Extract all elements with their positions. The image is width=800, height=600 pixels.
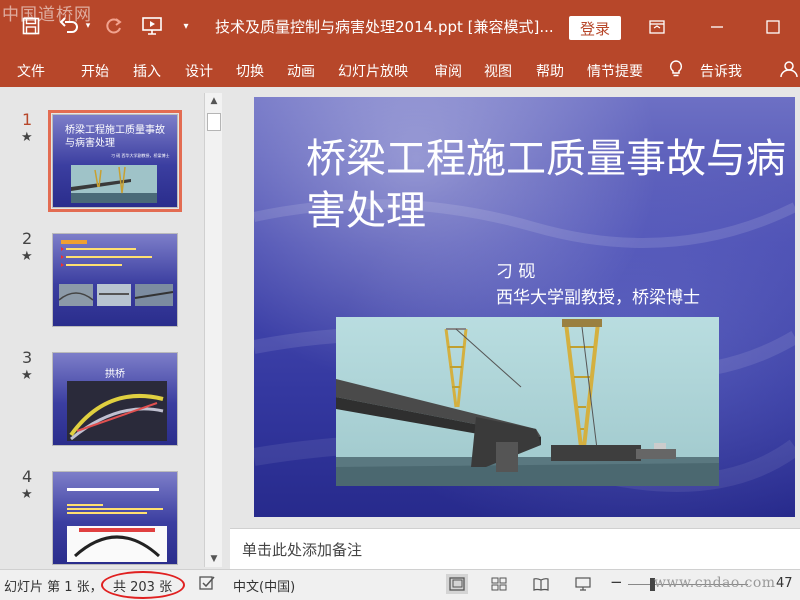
lightbulb-icon[interactable] xyxy=(668,59,684,83)
notes-pane[interactable]: 单击此处添加备注 xyxy=(230,528,800,569)
tab-help[interactable]: 帮助 xyxy=(536,61,564,81)
tab-storyboard[interactable]: 情节提要 xyxy=(587,61,643,81)
slide-number: 4 xyxy=(22,467,33,486)
ribbon-tabs: 文件 开始 插入 设计 切换 动画 幻灯片放映 审阅 视图 帮助 情节提要 告诉… xyxy=(0,55,800,87)
thumbnail-scrollbar[interactable]: ▲ ▼ xyxy=(204,93,222,567)
minimize-icon[interactable] xyxy=(702,14,732,40)
undo-dropdown-icon[interactable]: ▾ xyxy=(82,14,94,38)
slide-affiliation[interactable]: 西华大学副教授，桥梁博士 xyxy=(496,283,700,308)
thumbnail-arch-image xyxy=(67,381,167,441)
thumbnail-bridge-image xyxy=(71,165,157,203)
ribbon-display-options-icon[interactable] xyxy=(642,14,672,40)
scroll-down-icon[interactable]: ▼ xyxy=(205,551,223,567)
slide-canvas[interactable]: 桥梁工程施工质量事故与病害处理 刁 砚 西华大学副教授，桥梁博士 xyxy=(254,97,795,517)
slide-animation-star-icon: ★ xyxy=(21,249,33,264)
scroll-up-icon[interactable]: ▲ xyxy=(205,93,223,109)
notes-placeholder: 单击此处添加备注 xyxy=(242,541,363,559)
thumbnail-title: 拱桥 xyxy=(105,369,125,380)
slideshow-view-icon[interactable] xyxy=(572,574,594,594)
slide-author[interactable]: 刁 砚 xyxy=(496,257,535,282)
tab-insert[interactable]: 插入 xyxy=(133,61,161,81)
slide-thumbnail-1[interactable]: 桥梁工程施工质量事故与病害处理 刁 砚 西华大学副教授，桥梁博士 xyxy=(48,110,182,212)
thumbnail-subtitle: 刁 砚 西华大学副教授，桥梁博士 xyxy=(111,153,170,158)
tab-animations[interactable]: 动画 xyxy=(287,61,315,81)
slide-thumbnail-2[interactable] xyxy=(52,233,178,327)
document-title: 技术及质量控制与病害处理2014.ppt [兼容模式]... xyxy=(215,18,554,36)
slide-sorter-icon[interactable] xyxy=(488,574,510,594)
site-watermark: www.cndao.com xyxy=(654,575,776,591)
login-button[interactable]: 登录 xyxy=(569,16,621,40)
slide-animation-star-icon: ★ xyxy=(21,130,33,145)
reading-view-icon[interactable] xyxy=(530,574,552,594)
maximize-icon[interactable] xyxy=(758,14,788,40)
slide-position-text: 幻灯片 第 1 张， xyxy=(4,580,103,595)
tab-view[interactable]: 视图 xyxy=(484,61,512,81)
present-from-start-icon[interactable] xyxy=(138,14,166,38)
thumbnail-content-image xyxy=(67,488,167,562)
redo-icon[interactable] xyxy=(101,14,127,38)
accessibility-check-icon[interactable] xyxy=(198,574,216,596)
slide-thumbnail-4[interactable] xyxy=(52,471,178,565)
account-icon[interactable] xyxy=(780,60,798,82)
tab-file[interactable]: 文件 xyxy=(17,61,45,81)
language-indicator[interactable]: 中文(中国) xyxy=(233,576,295,595)
highlight-circle xyxy=(101,571,185,599)
thumbnail-title: 桥梁工程施工质量事故与病害处理 xyxy=(65,125,165,149)
bridge-construction-photo[interactable] xyxy=(336,317,719,486)
slide-animation-star-icon: ★ xyxy=(21,487,33,502)
tab-design[interactable]: 设计 xyxy=(185,61,213,81)
thumbnail-content-image xyxy=(58,240,174,306)
tab-transitions[interactable]: 切换 xyxy=(236,61,264,81)
save-icon[interactable] xyxy=(18,14,44,38)
slide-animation-star-icon: ★ xyxy=(21,368,33,383)
customize-toolbar-icon[interactable]: ▾ xyxy=(178,14,194,38)
slide-thumbnail-3[interactable]: 拱桥 xyxy=(52,352,178,446)
zoom-out-icon[interactable]: − xyxy=(610,573,623,591)
tab-slideshow[interactable]: 幻灯片放映 xyxy=(338,61,408,81)
undo-icon[interactable] xyxy=(56,14,82,38)
tab-home[interactable]: 开始 xyxy=(81,61,109,81)
zoom-level[interactable]: 47 xyxy=(776,576,793,591)
slide-number: 1 xyxy=(22,110,33,129)
slide-number: 2 xyxy=(22,229,33,248)
status-bar: 幻灯片 第 1 张， 共 203 张 中文(中国) − www.cndao.co… xyxy=(0,569,800,600)
tell-me-search[interactable]: 告诉我 xyxy=(700,61,742,81)
slide-title[interactable]: 桥梁工程施工质量事故与病害处理 xyxy=(306,133,786,237)
title-bar: 中国道桥网 ▾ ▾ 技术及质量控制与病害处理2014.ppt [兼容模式]...… xyxy=(0,0,800,55)
tab-review[interactable]: 审阅 xyxy=(434,61,462,81)
scrollbar-thumb[interactable] xyxy=(207,113,221,131)
normal-view-icon[interactable] xyxy=(446,574,468,594)
slide-number: 3 xyxy=(22,348,33,367)
